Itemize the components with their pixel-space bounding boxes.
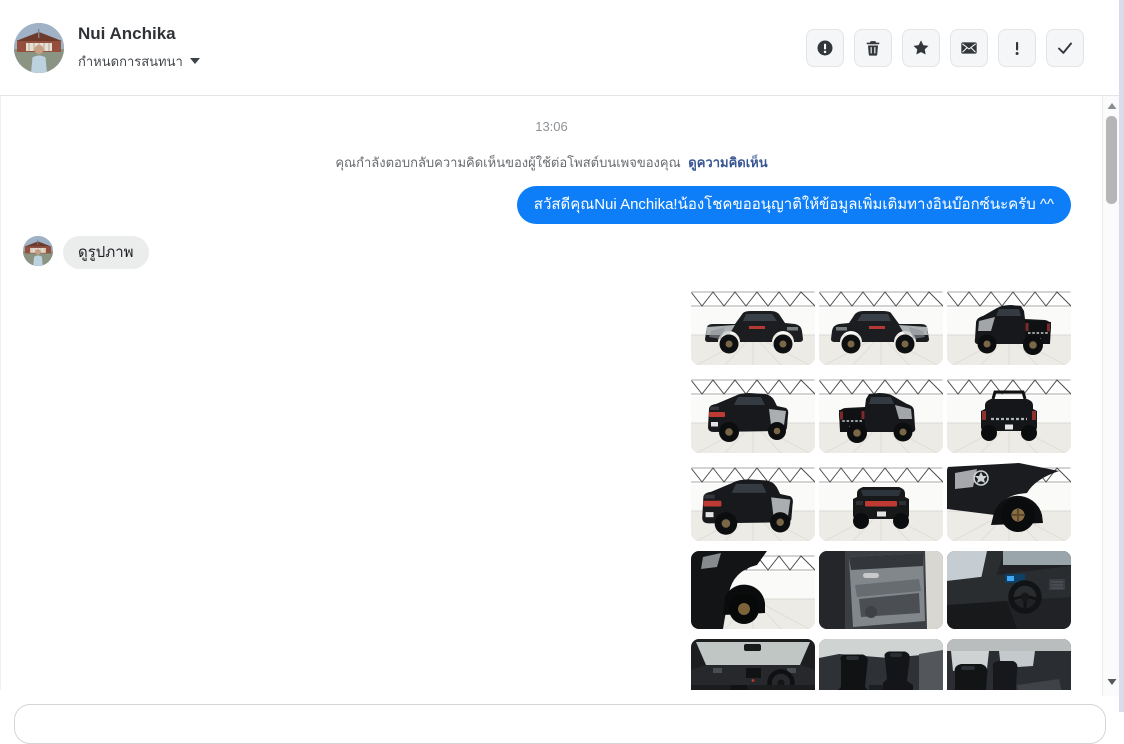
- rear-seats-photo: [947, 639, 1071, 690]
- conversation-header: Nui Anchika กำหนดการสนทนา: [0, 0, 1119, 96]
- photo-thumbnail[interactable]: [947, 639, 1071, 690]
- chat-area: 13:06 คุณกำลังตอบกลับความคิดเห็นของผู้ใช…: [0, 96, 1102, 690]
- star-icon: [913, 40, 929, 55]
- truck-rear-photo: [947, 375, 1071, 453]
- star-button[interactable]: [902, 29, 940, 67]
- photo-thumbnail[interactable]: [947, 287, 1071, 365]
- incoming-message-row: ดูรูปภาพ: [23, 236, 1102, 269]
- truck-front-photo: [819, 463, 943, 541]
- message-avatar[interactable]: [23, 236, 53, 266]
- truck-side-facing-right-photo: [691, 287, 815, 365]
- system-message-text: คุณกำลังตอบกลับความคิดเห็นของผู้ใช้ต่อโพ…: [335, 155, 681, 170]
- scroll-down-arrow[interactable]: [1103, 678, 1120, 686]
- conversation-label: กำหนดการสนทนา: [78, 53, 183, 69]
- mark-unread-button[interactable]: [950, 29, 988, 67]
- trash-icon: [866, 41, 880, 56]
- scrollbar-thumb[interactable]: [1106, 116, 1117, 204]
- outgoing-message-bubble[interactable]: สวัสดีคุณNui Anchika!น้องโชคขออนุญาติให้…: [516, 186, 1071, 224]
- photo-thumbnail[interactable]: [691, 551, 815, 629]
- dashboard-steering-photo: [947, 551, 1071, 629]
- photo-thumbnail[interactable]: [819, 463, 943, 541]
- truck-rear-quarter-left-photo: [819, 375, 943, 453]
- photo-thumbnail[interactable]: [819, 551, 943, 629]
- exclamation-circle-icon: [817, 40, 833, 56]
- photo-thumbnail[interactable]: [819, 639, 943, 690]
- photo-thumbnail[interactable]: [947, 375, 1071, 453]
- photo-thumbnail[interactable]: [691, 375, 815, 453]
- front-seats-photo: [819, 639, 943, 690]
- photo-thumbnail[interactable]: [691, 639, 815, 690]
- dashboard-wide-photo: [691, 639, 815, 690]
- report-button[interactable]: [806, 29, 844, 67]
- truck-wheel-fender-photo: [947, 463, 1071, 541]
- scrollbar[interactable]: [1102, 96, 1119, 696]
- photo-thumbnail[interactable]: [691, 463, 815, 541]
- mark-done-button[interactable]: [1046, 29, 1084, 67]
- contact-avatar[interactable]: [14, 22, 64, 73]
- conversation-label-dropdown[interactable]: กำหนดการสนทนา: [78, 51, 200, 72]
- system-message: คุณกำลังตอบกลับความคิดเห็นของผู้ใช้ต่อโพ…: [1, 155, 1102, 170]
- view-comment-link[interactable]: ดูความคิดเห็น: [688, 155, 767, 170]
- photo-thumbnail[interactable]: [819, 375, 943, 453]
- photo-thumbnail[interactable]: [691, 287, 815, 365]
- photo-grid: [691, 287, 1071, 690]
- photo-thumbnail[interactable]: [947, 551, 1071, 629]
- envelope-icon: [961, 42, 977, 54]
- contact-meta: Nui Anchika กำหนดการสนทนา: [78, 24, 200, 72]
- delete-button[interactable]: [854, 29, 892, 67]
- contact-name: Nui Anchika: [78, 23, 176, 43]
- window-edge-strip: [1119, 0, 1124, 712]
- exclamation-icon: [1015, 41, 1019, 55]
- photo-thumbnail[interactable]: [947, 463, 1071, 541]
- truck-fender-closeup-photo: [691, 551, 815, 629]
- photo-thumbnail[interactable]: [819, 287, 943, 365]
- timestamp: 13:06: [535, 119, 568, 134]
- scroll-up-arrow[interactable]: [1103, 102, 1120, 110]
- truck-rear-quarter-photo: [947, 287, 1071, 365]
- outgoing-message-row: สวัสดีคุณNui Anchika!น้องโชคขออนุญาติให้…: [1, 186, 1071, 224]
- door-panel-photo: [819, 551, 943, 629]
- chevron-down-icon: [189, 58, 200, 64]
- header-actions: [806, 29, 1084, 67]
- truck-front-quarter-close-photo: [691, 463, 815, 541]
- message-composer-input[interactable]: [14, 704, 1106, 744]
- check-icon: [1058, 42, 1072, 54]
- truck-front-quarter-photo: [691, 375, 815, 453]
- mark-important-button[interactable]: [998, 29, 1036, 67]
- incoming-message-bubble[interactable]: ดูรูปภาพ: [63, 236, 149, 269]
- truck-side-facing-left-photo: [819, 287, 943, 365]
